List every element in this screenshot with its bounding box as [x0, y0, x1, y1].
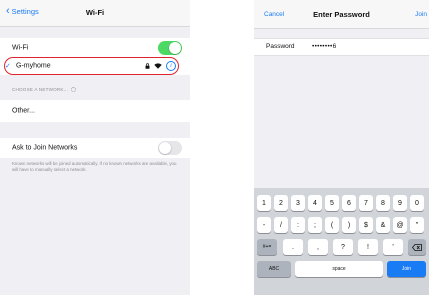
wifi-toggle[interactable] — [158, 40, 182, 55]
join-button[interactable]: Join — [415, 11, 427, 18]
key-9[interactable]: 9 — [393, 195, 407, 211]
key-4[interactable]: 4 — [308, 195, 322, 211]
key-2[interactable]: 2 — [274, 195, 288, 211]
key-semicolon[interactable]: ; — [308, 217, 322, 233]
key-at[interactable]: @ — [393, 217, 407, 233]
choose-network-header: CHOOSE A NETWORK... — [12, 87, 77, 92]
keyboard-join-key[interactable]: Join — [387, 261, 426, 277]
navigation-bar: Cancel Enter Password Join — [254, 0, 429, 29]
wifi-settings-screen: ‹ Settings Wi-Fi Wi-Fi ✓ G-myhome i CHOO… — [0, 0, 190, 295]
abc-mode-key[interactable]: ABC — [257, 261, 291, 277]
navigation-bar: ‹ Settings Wi-Fi — [0, 0, 190, 27]
section-header-label: CHOOSE A NETWORK... — [12, 87, 69, 92]
symbols-shift-key[interactable]: #+= — [257, 239, 277, 255]
keyboard: 1 2 3 4 5 6 7 8 9 0 - / : ; ( ) $ & @ " … — [254, 188, 429, 295]
key-colon[interactable]: : — [291, 217, 305, 233]
other-network-row[interactable]: Other... — [0, 100, 190, 122]
password-field[interactable]: ••••••••6 — [312, 43, 337, 50]
key-ampersand[interactable]: & — [376, 217, 390, 233]
ask-to-join-row: Ask to Join Networks — [0, 138, 190, 158]
key-6[interactable]: 6 — [342, 195, 356, 211]
wifi-toggle-row: Wi-Fi — [0, 38, 190, 57]
ask-to-join-footer-note: Known networks will be joined automatica… — [12, 161, 177, 172]
key-apostrophe[interactable]: ' — [383, 239, 403, 255]
key-dollar[interactable]: $ — [359, 217, 373, 233]
toggle-knob — [159, 142, 171, 154]
password-row[interactable]: Password ••••••••6 — [254, 38, 429, 56]
toggle-knob — [169, 41, 181, 54]
enter-password-screen: Cancel Enter Password Join Password ••••… — [254, 0, 429, 295]
key-1[interactable]: 1 — [257, 195, 271, 211]
key-8[interactable]: 8 — [376, 195, 390, 211]
key-hyphen[interactable]: - — [257, 217, 271, 233]
key-comma[interactable]: , — [308, 239, 328, 255]
key-0[interactable]: 0 — [410, 195, 424, 211]
key-slash[interactable]: / — [274, 217, 288, 233]
delete-key[interactable] — [408, 239, 426, 255]
key-close-paren[interactable]: ) — [342, 217, 356, 233]
password-label: Password — [266, 43, 295, 50]
key-exclamation[interactable]: ! — [358, 239, 378, 255]
space-key[interactable]: space — [295, 261, 383, 277]
backspace-icon — [412, 243, 422, 251]
key-open-paren[interactable]: ( — [325, 217, 339, 233]
network-highlight-outline — [4, 57, 179, 75]
wifi-label: Wi-Fi — [12, 44, 29, 51]
key-5[interactable]: 5 — [325, 195, 339, 211]
key-period[interactable]: . — [283, 239, 303, 255]
key-question[interactable]: ? — [333, 239, 353, 255]
activity-spinner-icon — [71, 87, 77, 92]
key-quote[interactable]: " — [410, 217, 424, 233]
page-title: Enter Password — [313, 10, 370, 19]
ask-to-join-label: Ask to Join Networks — [12, 144, 78, 152]
ask-to-join-toggle[interactable] — [158, 141, 182, 155]
key-7[interactable]: 7 — [359, 195, 373, 211]
other-network-label: Other... — [12, 107, 35, 115]
key-3[interactable]: 3 — [291, 195, 305, 211]
page-title: Wi-Fi — [85, 8, 105, 17]
